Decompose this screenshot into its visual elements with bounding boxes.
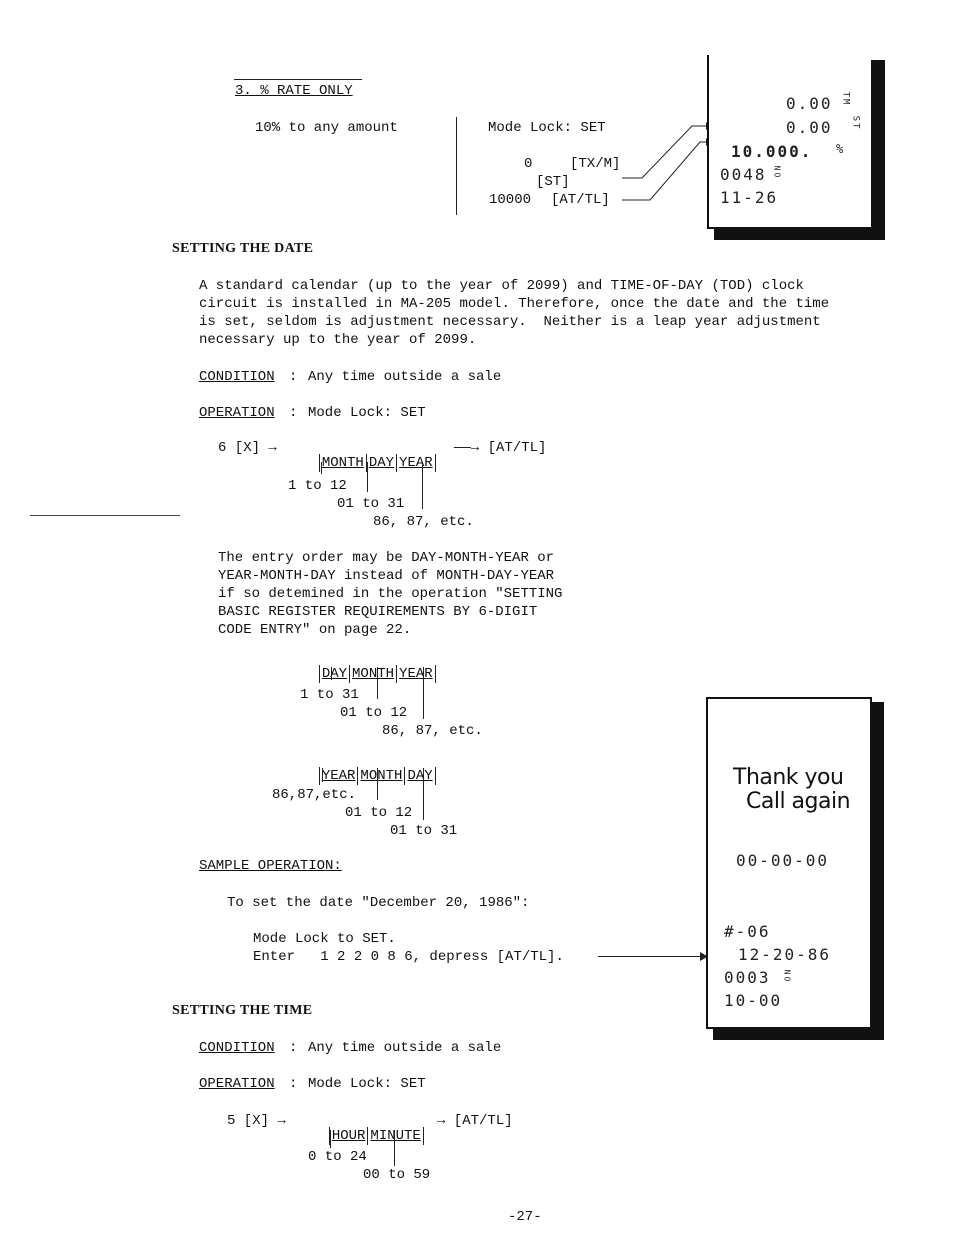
- field-month: MONTH: [357, 767, 404, 785]
- range-month: 1 to 12: [288, 478, 347, 494]
- rate-heading: 3. % RATE ONLY: [235, 83, 353, 99]
- receipt-message: Call again: [746, 789, 851, 814]
- receipt-line: 0003: [724, 968, 771, 987]
- time-field-group: HOUR MINUTE: [312, 1109, 424, 1145]
- setting-time-heading: SETTING THE TIME: [172, 1003, 313, 1018]
- operation-colon: :: [289, 1076, 298, 1092]
- alt1-range-day: 1 to 31: [300, 687, 359, 703]
- range-leader: [322, 768, 323, 782]
- operation-colon: :: [289, 405, 298, 421]
- field-day: DAY: [318, 665, 349, 683]
- sample-intro: To set the date "December 20, 1986":: [227, 895, 530, 911]
- range-leader: [377, 768, 378, 800]
- condition-label: CONDITION: [199, 369, 275, 385]
- condition-text: Any time outside a sale: [308, 1040, 502, 1056]
- receipt-line-tag: %: [836, 142, 846, 156]
- entry-order-line: BASIC REGISTER REQUIREMENTS BY 6-DIGIT: [218, 604, 538, 620]
- intro-line: necessary up to the year of 2099.: [199, 332, 477, 348]
- receipt-line: 10-00: [724, 991, 783, 1010]
- date-sequence-suffix: ——→ [AT/TL]: [454, 440, 547, 456]
- receipt-message: Thank you: [733, 765, 844, 790]
- field-year: YEAR: [396, 454, 436, 472]
- sample-arrow-line: [598, 956, 704, 957]
- range-leader: [422, 465, 423, 509]
- receipt-line-tag: TM: [840, 91, 851, 107]
- condition-text: Any time outside a sale: [308, 369, 502, 385]
- time-sequence-prefix: 5 [X] →: [227, 1113, 286, 1129]
- rate-step-key: [TX/M]: [570, 156, 621, 172]
- field-day: DAY: [404, 767, 436, 785]
- entry-order-line: The entry order may be DAY-MONTH-YEAR or: [218, 550, 555, 566]
- rate-step-key: [ST]: [536, 174, 570, 190]
- entry-order-line: if so detemined in the operation "SETTIN…: [218, 586, 563, 602]
- alt2-range-month: 01 to 12: [345, 805, 413, 821]
- receipt-line: #-06: [724, 922, 771, 941]
- alt-order-1-fields: DAY MONTH YEAR: [302, 647, 436, 683]
- entry-order-line: YEAR-MONTH-DAY instead of MONTH-DAY-YEAR: [218, 568, 555, 584]
- condition-colon: :: [289, 1040, 298, 1056]
- sample-step: Enter 1 2 2 0 8 6, depress [AT/TL].: [253, 949, 564, 965]
- range-year: 86, 87, etc.: [373, 514, 474, 530]
- date-sequence-prefix: 6 [X] →: [218, 440, 277, 456]
- receipt-date-blank: 00-00-00: [736, 851, 830, 870]
- alt1-range-year: 86, 87, etc.: [382, 723, 483, 739]
- setting-date-heading: SETTING THE DATE: [172, 241, 314, 256]
- range-leader: [423, 768, 424, 820]
- field-month: MONTH: [349, 665, 396, 683]
- range-leader: [423, 667, 424, 719]
- entry-order-line: CODE ENTRY" on page 22.: [218, 622, 412, 638]
- time-sequence-suffix: → [AT/TL]: [437, 1113, 513, 1129]
- field-year: YEAR: [396, 665, 436, 683]
- receipt-line: 12-20-86: [738, 945, 832, 964]
- alt1-range-month: 01 to 12: [340, 705, 408, 721]
- condition-label: CONDITION: [199, 1040, 275, 1056]
- field-month: MONTH: [318, 454, 366, 472]
- intro-line: A standard calendar (up to the year of 2…: [199, 278, 804, 294]
- date-field-group: MONTH DAY YEAR: [302, 436, 436, 472]
- operation-label: OPERATION: [199, 1076, 275, 1092]
- range-minute: 00 to 59: [363, 1167, 431, 1183]
- rate-step-value: 0: [524, 156, 533, 172]
- rate-step-value: 10000: [489, 192, 532, 208]
- field-year: YEAR: [318, 767, 358, 785]
- intro-line: is set, seldom is adjustment necessary. …: [199, 314, 821, 330]
- receipt-line-tag: NO: [772, 165, 782, 180]
- column-divider: [456, 117, 457, 215]
- operation-label: OPERATION: [199, 405, 275, 421]
- rate-step-key: [AT/TL]: [551, 192, 610, 208]
- receipt-no-tag: NO: [782, 969, 792, 984]
- page-number: -27-: [508, 1209, 542, 1225]
- sample-operation-label: SAMPLE OPERATION:: [199, 858, 342, 874]
- range-day: 01 to 31: [337, 496, 405, 512]
- receipt-line-amount: 0048: [720, 165, 767, 184]
- alt2-range-year: 86,87,etc.: [272, 787, 357, 803]
- rate-connector-lines: [622, 122, 712, 201]
- margin-rule: [30, 515, 180, 516]
- sample-step: Mode Lock to SET.: [253, 931, 396, 947]
- range-leader: [394, 1130, 395, 1166]
- range-leader: [367, 462, 368, 492]
- alt2-range-day: 01 to 31: [390, 823, 458, 839]
- range-leader: [321, 462, 322, 474]
- receipt-line-amount: 0.00: [786, 118, 833, 137]
- receipt-line-amount: 11-26: [720, 188, 779, 207]
- field-day: DAY: [365, 454, 396, 472]
- condition-colon: :: [289, 369, 298, 385]
- range-leader: [377, 667, 378, 699]
- heading-overline: [234, 79, 362, 80]
- range-leader: [330, 1130, 331, 1148]
- receipt-line-amount: 0.00: [786, 94, 833, 113]
- rate-description: 10% to any amount: [255, 120, 398, 136]
- receipt-line-amount: 10.000.: [731, 142, 813, 161]
- operation-text: Mode Lock: SET: [308, 405, 426, 421]
- intro-line: circuit is installed in MA-205 model. Th…: [199, 296, 830, 312]
- rate-mode-lock: Mode Lock: SET: [488, 120, 606, 136]
- operation-text: Mode Lock: SET: [308, 1076, 426, 1092]
- field-minute: MINUTE: [367, 1127, 424, 1145]
- receipt-line-tag: ST: [850, 115, 861, 131]
- field-hour: HOUR: [328, 1127, 368, 1145]
- range-leader: [331, 667, 332, 680]
- range-hour: 0 to 24: [308, 1149, 367, 1165]
